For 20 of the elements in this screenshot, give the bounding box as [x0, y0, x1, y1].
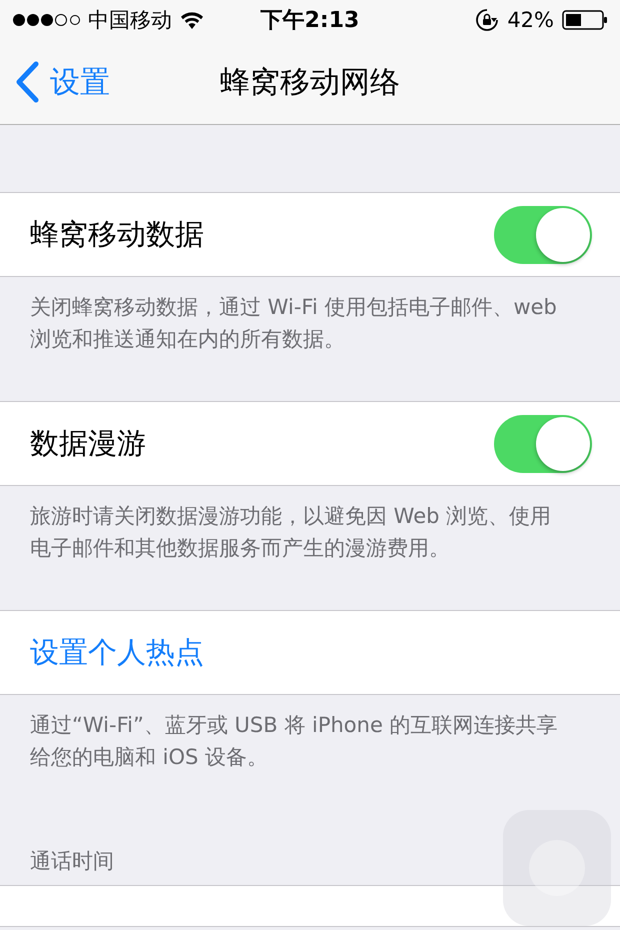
toggle-switch[interactable]	[494, 414, 592, 472]
row-label: 蜂窝移动数据	[30, 216, 204, 252]
section-header: 通话时间	[30, 848, 114, 875]
back-chevron-icon	[14, 61, 40, 103]
hotspot-link[interactable]: 设置个人热点	[30, 632, 204, 672]
section-footer: 旅游时请关闭数据漫游功能，以避免因 Web 浏览、使用电子邮件和其他数据服务而产生的漫游费用。	[0, 486, 600, 610]
toggle-switch[interactable]	[494, 206, 592, 264]
rotation-lock-icon	[475, 8, 500, 32]
wifi-icon	[180, 11, 204, 29]
signal-icon	[12, 13, 80, 27]
section-footer: 通过“Wi-Fi”、蓝牙或 USB 将 iPhone 的互联网连接共享给您的电脑和 iOS 设备。	[0, 695, 600, 819]
row-label: 数据漫游	[30, 424, 146, 462]
carrier-name: 中国移动	[88, 7, 172, 34]
nav-title: 蜂窝移动网络	[220, 64, 400, 102]
assistive-touch-button[interactable]	[503, 810, 611, 926]
back-button[interactable]: 设置	[0, 61, 110, 103]
status-time: 下午2:13	[260, 7, 360, 35]
battery-percent: 42%	[507, 8, 554, 32]
battery-icon	[562, 10, 608, 30]
section-footer: 关闭蜂窝移动数据，通过 Wi-Fi 使用包括电子邮件、web 浏览和推送通知在内的所有数据。	[0, 277, 600, 401]
